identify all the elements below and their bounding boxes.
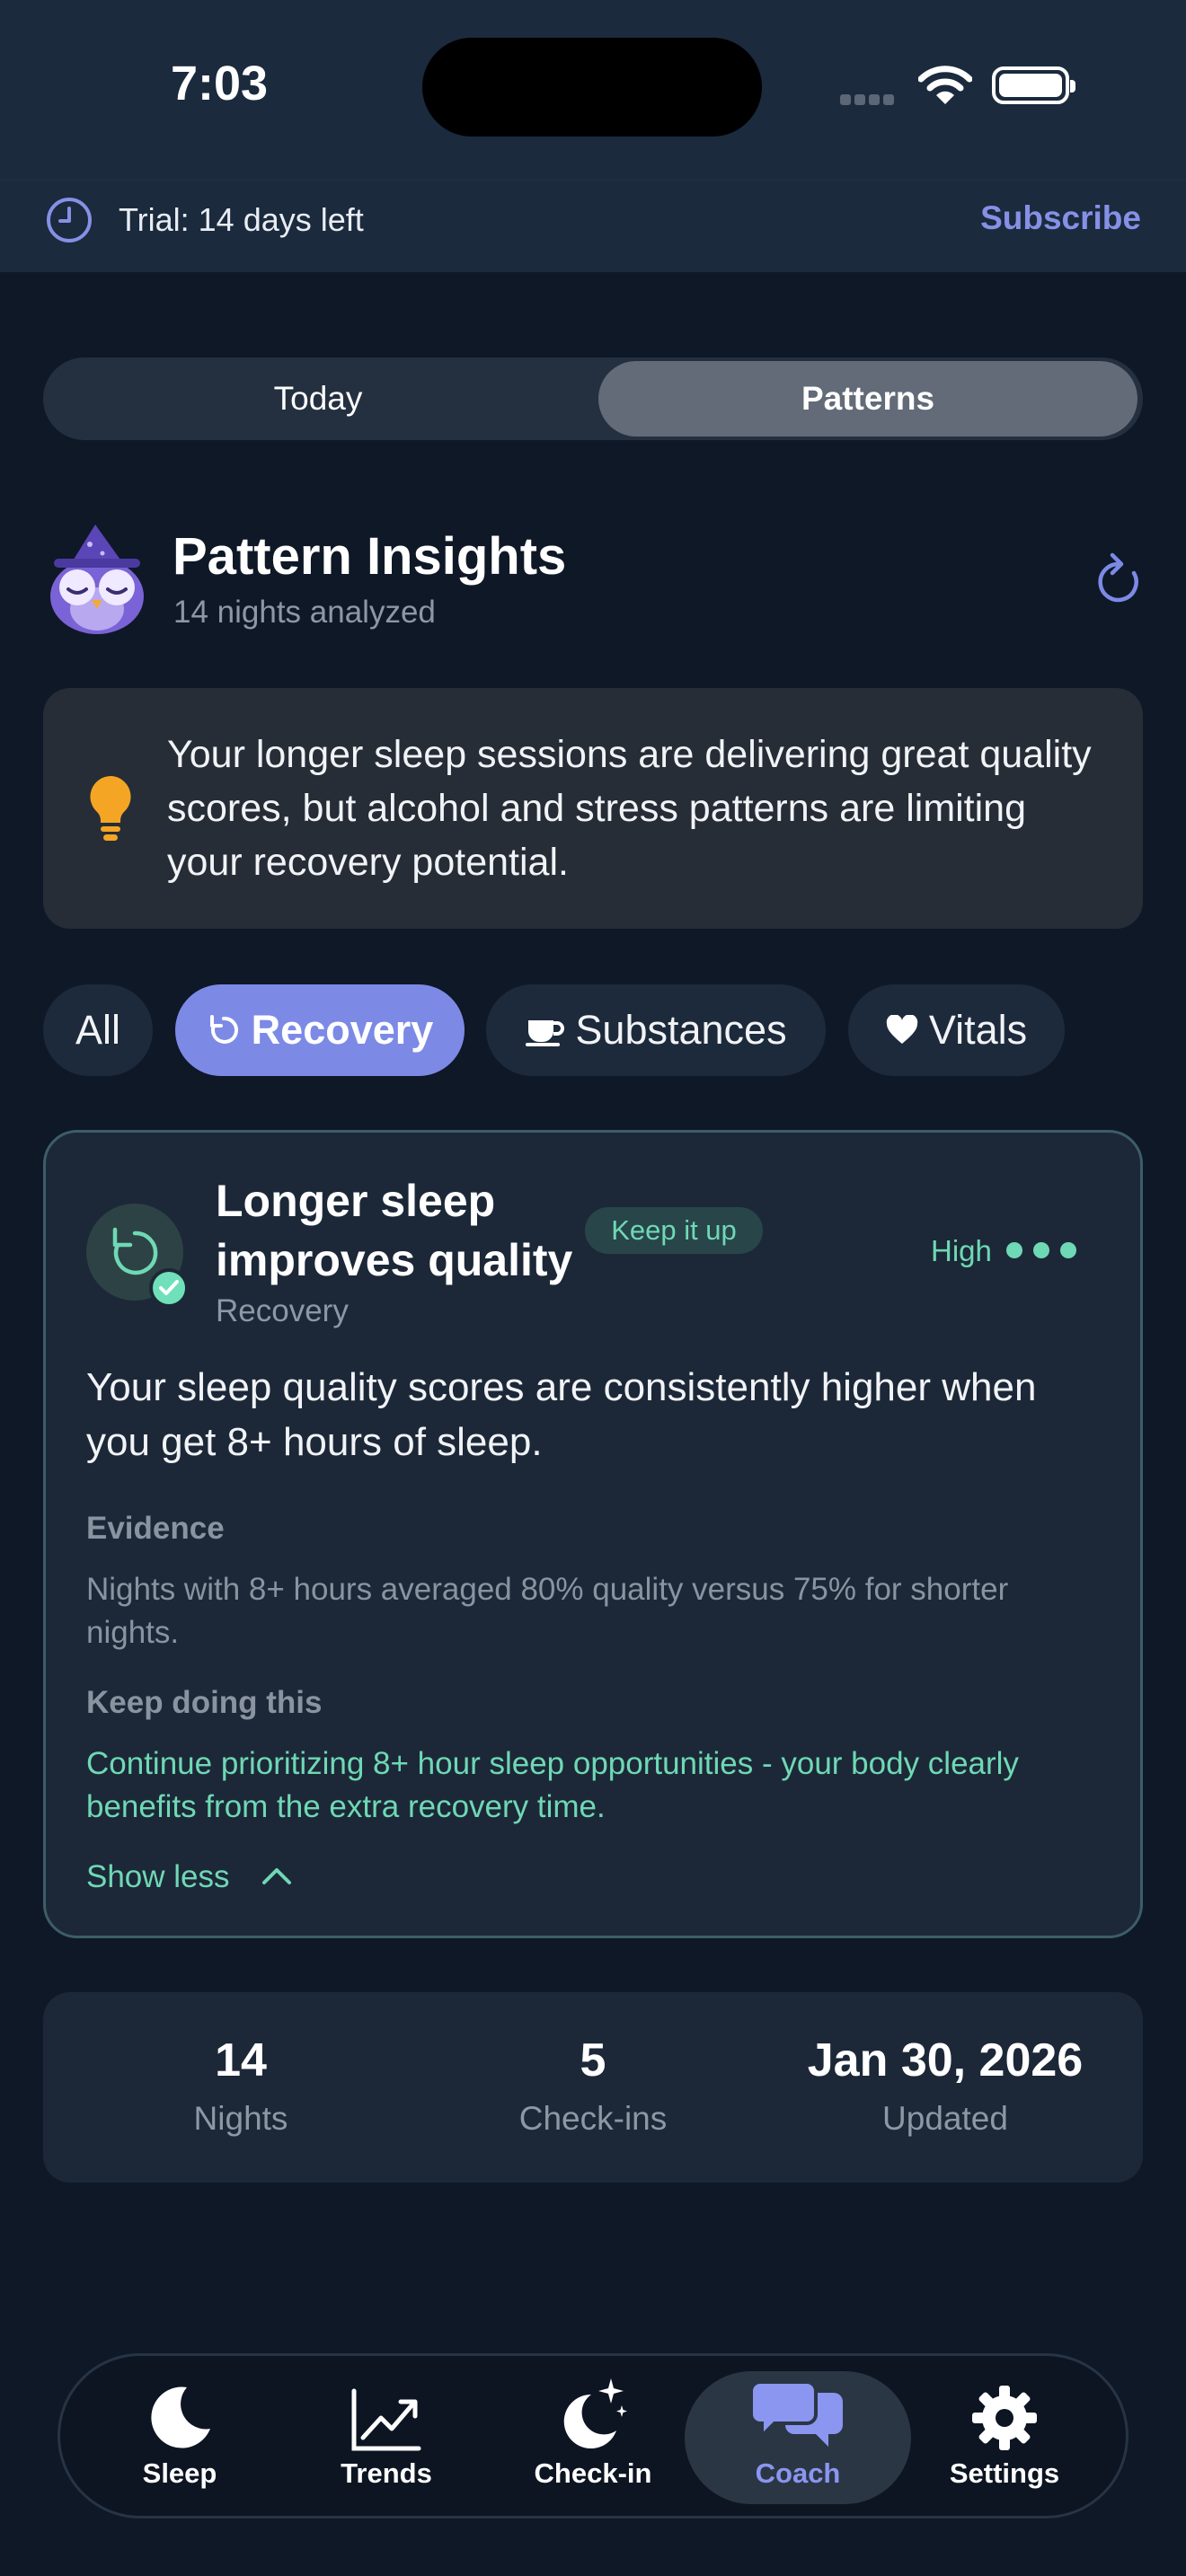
confidence-label: High (931, 1234, 992, 1267)
battery-icon (992, 66, 1075, 104)
checkmark-icon (149, 1268, 189, 1308)
heart-icon (886, 1015, 918, 1044)
confidence-dot (1060, 1242, 1076, 1258)
filter-chip-substances[interactable]: Substances (486, 984, 826, 1076)
tab-settings[interactable]: Settings (901, 2371, 1108, 2504)
clock-icon (47, 198, 92, 243)
tab-label: Sleep (142, 2457, 217, 2489)
show-less-button[interactable]: Show less (86, 1859, 230, 1895)
chevron-up-icon[interactable] (261, 1865, 293, 1886)
segment-today[interactable]: Today (43, 357, 593, 440)
refresh-icon[interactable] (1093, 551, 1145, 607)
confidence-dot (1006, 1242, 1022, 1258)
stat-checkins: 5 Check-ins (467, 2033, 719, 2138)
filter-chip-vitals[interactable]: Vitals (848, 984, 1065, 1076)
nights-analyzed-subtitle: 14 nights analyzed (173, 595, 436, 630)
tab-trends[interactable]: Trends (283, 2371, 490, 2504)
insight-summary-text: Your longer sleep sessions are deliverin… (167, 733, 1092, 884)
chat-bubbles-icon (751, 2380, 843, 2447)
stat-label: Nights (193, 2100, 288, 2137)
wifi-icon (918, 66, 972, 104)
tab-sleep[interactable]: Sleep (76, 2371, 283, 2504)
filter-chip-label: Recovery (251, 1007, 434, 1053)
evidence-heading: Evidence (86, 1511, 225, 1546)
gear-icon (972, 2386, 1037, 2450)
filter-chip-label: Substances (575, 1007, 787, 1053)
tab-label: Settings (949, 2457, 1060, 2489)
tab-coach[interactable]: Coach (685, 2371, 911, 2504)
moon-stars-icon (563, 2378, 627, 2448)
stat-value: Jan 30, 2026 (807, 2034, 1084, 2086)
insight-description: Your sleep quality scores are consistent… (86, 1365, 1037, 1464)
filter-chip-label: Vitals (928, 1007, 1028, 1053)
owl-wizard-mascot-icon (50, 525, 144, 634)
moon-icon (151, 2386, 210, 2448)
confidence-dot (1033, 1242, 1049, 1258)
insight-category: Recovery (216, 1293, 349, 1328)
segment-patterns[interactable]: Patterns (598, 361, 1137, 437)
cellular-signal-icon (840, 93, 898, 110)
stat-value: 5 (580, 2034, 606, 2086)
coffee-cup-icon (526, 1020, 565, 1046)
lightbulb-icon (90, 776, 131, 841)
status-badge: Keep it up (585, 1207, 763, 1254)
evidence-text: Nights with 8+ hours averaged 80% qualit… (86, 1572, 1009, 1650)
subscribe-button[interactable]: Subscribe (980, 199, 1141, 237)
stat-value: 14 (215, 2034, 267, 2086)
dynamic-island (422, 38, 762, 137)
tab-label: Check-in (534, 2457, 652, 2489)
page-title: Pattern Insights (173, 527, 567, 586)
stat-updated: Jan 30, 2026 Updated (783, 2033, 1107, 2138)
trial-text: Trial: 14 days left (119, 201, 364, 238)
filter-chip-all[interactable]: All (43, 984, 153, 1076)
tab-label: Trends (341, 2457, 432, 2489)
stat-nights: 14 Nights (115, 2033, 367, 2138)
stat-label: Updated (882, 2100, 1008, 2137)
keep-doing-text: Continue prioritizing 8+ hour sleep oppo… (86, 1746, 1019, 1824)
tab-checkin[interactable]: Check-in (490, 2371, 696, 2504)
recovery-icon (209, 1015, 238, 1044)
keep-doing-heading: Keep doing this (86, 1685, 323, 1720)
filter-chip-label: All (75, 1007, 120, 1053)
status-time: 7:03 (171, 57, 269, 110)
insight-title: Longer sleep improves quality (216, 1176, 573, 1285)
trend-chart-icon (351, 2388, 421, 2451)
filter-chip-recovery[interactable]: Recovery (175, 984, 465, 1076)
stat-label: Check-ins (518, 2100, 668, 2137)
tab-label: Coach (755, 2457, 841, 2489)
